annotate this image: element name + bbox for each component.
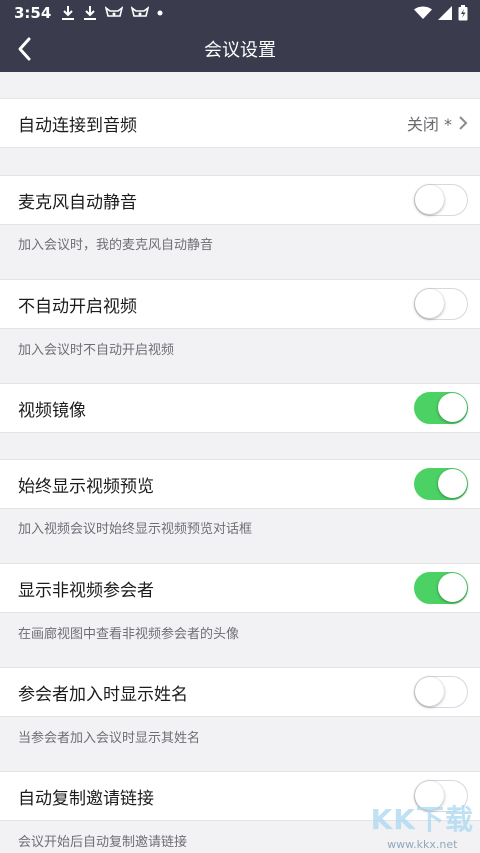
- setting-description: 加入视频会议时始终显示视频预览对话框: [18, 522, 253, 537]
- setting-video-mirror: 视频镜像: [0, 383, 480, 433]
- setting-show-non-video: 显示非视频参会者: [0, 563, 480, 613]
- setting-value: 关闭 *: [407, 111, 468, 135]
- setting-label: 不自动开启视频: [18, 296, 137, 317]
- setting-description: 在画廊视图中查看非视频参会者的头像: [18, 627, 240, 642]
- always-preview-toggle[interactable]: [414, 468, 468, 500]
- system-icons: [414, 5, 468, 21]
- chevron-left-icon[interactable]: [12, 35, 40, 63]
- toggle-knob: [415, 185, 444, 214]
- watermark-text: KK下载: [370, 803, 474, 836]
- status-time: 3:54: [14, 4, 52, 22]
- setting-mute-mic: 麦克风自动静音: [0, 175, 480, 225]
- show-names-toggle[interactable]: [414, 676, 468, 708]
- setting-label: 自动复制邀请链接: [18, 788, 154, 809]
- setting-label: 麦克风自动静音: [18, 192, 137, 213]
- setting-label: 参会者加入时显示姓名: [18, 684, 188, 705]
- signal-icon: [438, 6, 452, 20]
- battery-icon: [458, 5, 468, 21]
- toggle-knob: [415, 677, 444, 706]
- setting-value-text: 关闭 *: [406, 115, 452, 134]
- page-title: 会议设置: [204, 40, 276, 61]
- watermark-url: www.kkx.net: [387, 838, 458, 851]
- setting-show-names: 参会者加入时显示姓名: [0, 667, 480, 717]
- setting-label: 自动连接到音频: [18, 115, 137, 136]
- notification-icons: [61, 5, 163, 21]
- watermark: KK下载 www.kkx.net: [371, 798, 474, 851]
- show-non-video-toggle[interactable]: [414, 572, 468, 604]
- setting-no-auto-video: 不自动开启视频: [0, 279, 480, 329]
- download-icon: [84, 6, 97, 20]
- setting-description: 当参会者加入会议时显示其姓名: [18, 731, 201, 746]
- setting-description: 会议开始后自动复制邀请链接: [18, 835, 188, 850]
- setting-description: 加入会议时不自动开启视频: [18, 343, 175, 358]
- no-auto-video-toggle[interactable]: [414, 288, 468, 320]
- toggle-knob: [415, 289, 444, 318]
- wifi-icon: [414, 6, 432, 19]
- chevron-right-icon: [459, 116, 468, 130]
- setting-label: 始终显示视频预览: [18, 476, 154, 497]
- setting-description: 加入会议时，我的麦克风自动静音: [18, 238, 214, 253]
- toggle-knob: [438, 469, 467, 498]
- app-icon: [105, 6, 124, 17]
- dot-icon: [157, 10, 163, 16]
- mute-mic-toggle[interactable]: [414, 184, 468, 216]
- status-bar: 3:54: [0, 0, 480, 26]
- download-icon: [62, 6, 75, 20]
- setting-label: 显示非视频参会者: [18, 580, 154, 601]
- setting-label: 视频镜像: [18, 400, 86, 421]
- app-icon: [131, 6, 150, 17]
- toggle-knob: [438, 573, 467, 602]
- nav-bar: 会议设置: [0, 26, 480, 72]
- video-mirror-toggle[interactable]: [414, 392, 468, 424]
- setting-auto-connect-audio[interactable]: 自动连接到音频 关闭 *: [0, 98, 480, 148]
- toggle-knob: [438, 393, 467, 422]
- setting-always-preview: 始终显示视频预览: [0, 459, 480, 509]
